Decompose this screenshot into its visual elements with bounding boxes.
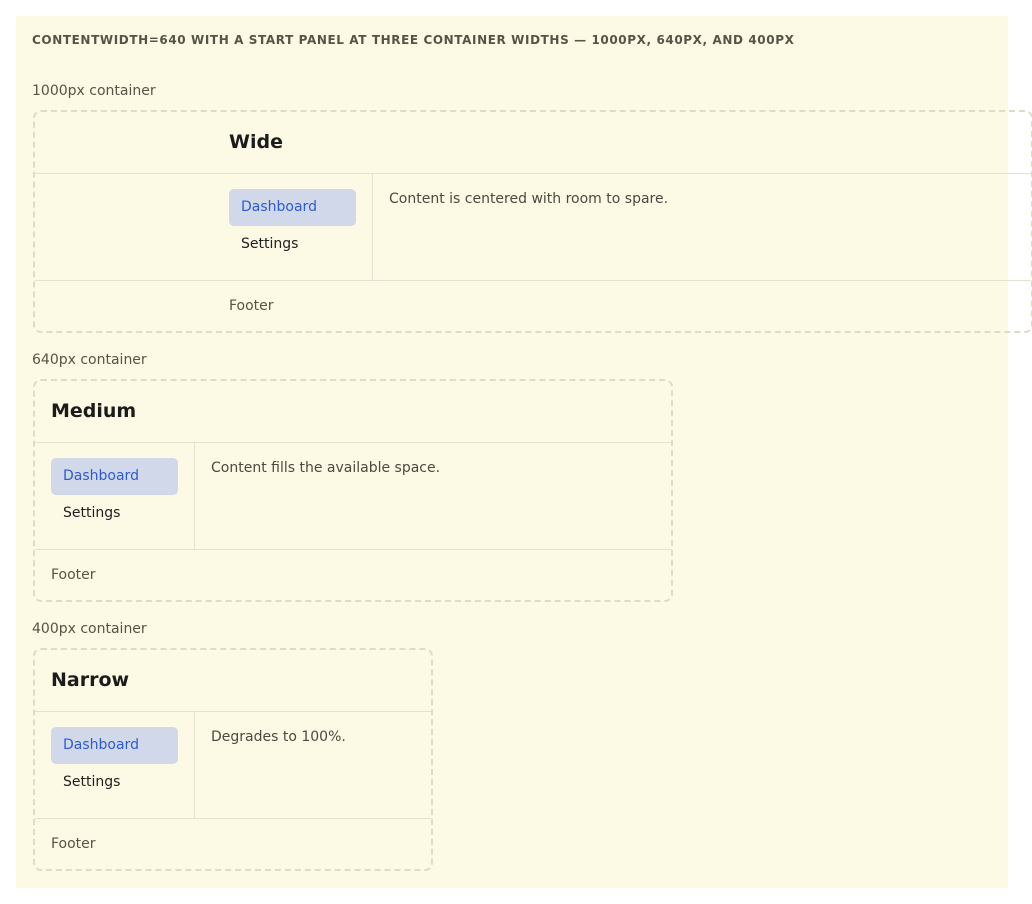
nav-item-dashboard[interactable]: Dashboard [229, 189, 356, 226]
container-caption-medium: 640px container [32, 352, 147, 368]
app-title: Narrow [51, 669, 130, 691]
start-panel: Dashboard Settings [35, 711, 195, 818]
app-frame-narrow: Narrow Dashboard Settings Degrades to 10… [33, 648, 433, 871]
demo-page: CONTENTWIDTH=640 WITH A START PANEL AT T… [16, 16, 1032, 888]
nav-item-dashboard[interactable]: Dashboard [51, 458, 178, 495]
nav-item-settings[interactable]: Settings [51, 495, 178, 532]
container-caption-narrow: 400px container [32, 621, 147, 637]
demo-title: CONTENTWIDTH=640 WITH A START PANEL AT T… [32, 33, 795, 47]
app-frame-medium: Medium Dashboard Settings Content fills … [33, 379, 673, 602]
start-panel: Dashboard Settings [213, 173, 373, 280]
app-header: Narrow [35, 650, 431, 712]
content-text: Content fills the available space. [211, 460, 441, 476]
app-header: Medium [35, 381, 671, 443]
app-body: Dashboard Settings Content fills the ava… [35, 442, 671, 550]
app-footer: Footer [35, 819, 431, 872]
footer-text: Footer [229, 298, 274, 314]
nav-item-settings[interactable]: Settings [229, 226, 356, 263]
footer-text: Footer [51, 836, 96, 852]
app-header: Wide [35, 112, 1031, 174]
app-title: Wide [229, 131, 283, 153]
container-caption-wide: 1000px container [32, 83, 156, 99]
app-frame-wide: Wide Dashboard Settings Content is cente… [33, 110, 1032, 333]
footer-text: Footer [51, 567, 96, 583]
app-body: Dashboard Settings Content is centered w… [35, 173, 1031, 281]
app-body: Dashboard Settings Degrades to 100%. [35, 711, 431, 819]
nav-item-dashboard[interactable]: Dashboard [51, 727, 178, 764]
content-text: Degrades to 100%. [211, 729, 346, 745]
app-title: Medium [51, 400, 137, 422]
start-panel: Dashboard Settings [35, 442, 195, 549]
app-footer: Footer [35, 550, 671, 603]
nav-item-settings[interactable]: Settings [51, 764, 178, 801]
content-text: Content is centered with room to spare. [389, 191, 669, 207]
app-footer: Footer [35, 281, 1031, 334]
